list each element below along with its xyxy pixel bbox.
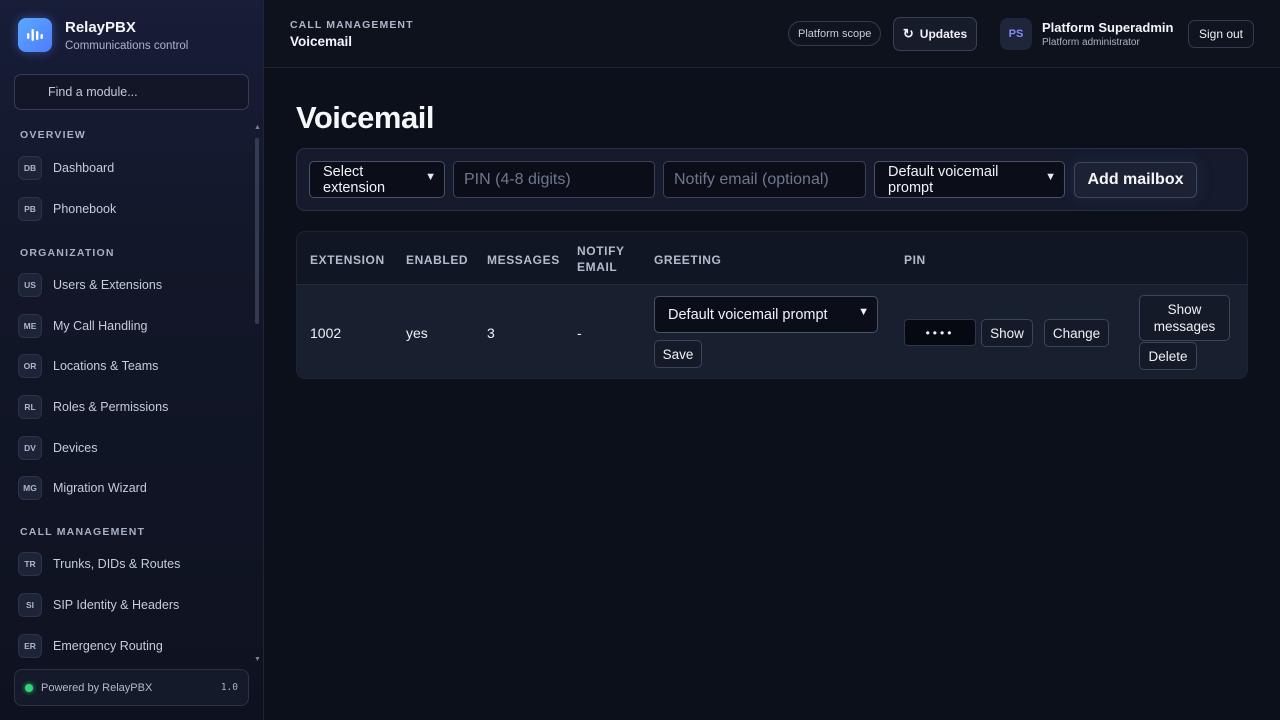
extension-select[interactable]: Select extension ▼ xyxy=(309,161,445,198)
devices-icon: DV xyxy=(18,436,42,460)
sidebar-item-label: Locations & Teams xyxy=(53,359,159,373)
chevron-down-icon: ▼ xyxy=(858,306,869,318)
sidebar-item-label: Trunks, DIDs & Routes xyxy=(53,557,181,571)
column-header-enabled: ENABLED xyxy=(406,253,469,267)
delete-mailbox-button[interactable]: Delete xyxy=(1139,342,1197,370)
pin-input[interactable] xyxy=(453,161,655,198)
cell-messages: 3 xyxy=(487,325,495,341)
change-pin-button[interactable]: Change xyxy=(1044,319,1109,347)
sidebar-item-phonebook[interactable]: PB Phonebook xyxy=(18,196,116,222)
table-row: 1002 yes 3 - Default voicemail prompt ▼ … xyxy=(297,285,1247,378)
sidebar-item-my-call-handling[interactable]: ME My Call Handling xyxy=(18,313,147,339)
brand-logo-icon xyxy=(18,18,52,52)
extension-select-value: Select extension xyxy=(323,163,386,196)
sign-out-button[interactable]: Sign out xyxy=(1188,20,1254,48)
table-header: EXTENSION ENABLED MESSAGES NOTIFY EMAIL … xyxy=(297,232,1247,285)
sidebar-item-devices[interactable]: DV Devices xyxy=(18,435,97,461)
cell-enabled: yes xyxy=(406,325,428,341)
trunks-icon: TR xyxy=(18,552,42,576)
brand-subtitle: Communications control xyxy=(65,39,189,52)
locations-icon: OR xyxy=(18,354,42,378)
phonebook-icon: PB xyxy=(18,197,42,221)
call-handling-icon: ME xyxy=(18,314,42,338)
scroll-up-icon[interactable]: ▲ xyxy=(254,124,261,131)
chevron-down-icon: ▼ xyxy=(425,171,436,183)
prompt-select-value: Default voicemail prompt xyxy=(888,163,999,196)
sip-icon: SI xyxy=(18,593,42,617)
pin-masked-field: •••• xyxy=(904,319,976,346)
version-label: 1.0 xyxy=(220,682,238,693)
sidebar-item-trunks-dids-routes[interactable]: TR Trunks, DIDs & Routes xyxy=(18,551,180,577)
dashboard-icon: DB xyxy=(18,156,42,180)
sidebar-item-label: Migration Wizard xyxy=(53,481,147,495)
column-header-extension: EXTENSION xyxy=(310,253,385,267)
voicemail-prompt-select[interactable]: Default voicemail prompt ▼ xyxy=(874,161,1065,198)
sidebar-scrollbar[interactable]: ▲ ▼ xyxy=(254,124,261,666)
sidebar-item-label: Roles & Permissions xyxy=(53,400,169,414)
user-role: Platform administrator xyxy=(1042,37,1140,48)
sidebar-item-dashboard[interactable]: DB Dashboard xyxy=(18,155,114,181)
scroll-down-icon[interactable]: ▼ xyxy=(254,656,261,663)
column-header-greeting: GREETING xyxy=(654,253,722,267)
add-mailbox-button[interactable]: Add mailbox xyxy=(1074,162,1197,198)
sidebar-item-label: Devices xyxy=(53,441,98,455)
migration-icon: MG xyxy=(18,476,42,500)
avatar: PS xyxy=(1000,18,1032,50)
sidebar-nav: OVERVIEW DB Dashboard PB Phonebook ORGAN… xyxy=(0,114,254,662)
notify-email-input[interactable] xyxy=(663,161,866,198)
scrollbar-thumb[interactable] xyxy=(255,138,259,324)
sidebar: RelayPBX Communications control OVERVIEW… xyxy=(0,0,264,720)
greeting-select[interactable]: Default voicemail prompt ▼ xyxy=(654,296,878,333)
updates-label: Updates xyxy=(919,27,968,41)
cell-notify-email: - xyxy=(577,325,582,341)
sidebar-item-label: Dashboard xyxy=(53,161,115,175)
column-header-notify-email: NOTIFY EMAIL xyxy=(577,244,625,274)
column-header-messages: MESSAGES xyxy=(487,253,560,267)
sidebar-item-sip-identity[interactable]: SI SIP Identity & Headers xyxy=(18,592,179,618)
save-greeting-button[interactable]: Save xyxy=(654,340,702,368)
sidebar-item-migration-wizard[interactable]: MG Migration Wizard xyxy=(18,475,147,501)
sidebar-item-label: SIP Identity & Headers xyxy=(53,598,180,612)
sidebar-item-roles-permissions[interactable]: RL Roles & Permissions xyxy=(18,394,168,420)
sidebar-item-locations-teams[interactable]: OR Locations & Teams xyxy=(18,353,158,379)
chevron-down-icon: ▼ xyxy=(1045,171,1056,183)
sidebar-item-users-extensions[interactable]: US Users & Extensions xyxy=(18,272,162,298)
nav-section-overview: OVERVIEW xyxy=(20,129,87,141)
user-name: Platform Superadmin xyxy=(1042,20,1174,35)
breadcrumb-title: Voicemail xyxy=(290,34,353,49)
nav-section-call-management: CALL MANAGEMENT xyxy=(20,526,146,538)
nav-section-organization: ORGANIZATION xyxy=(20,247,115,259)
sidebar-item-label: Emergency Routing xyxy=(53,639,163,653)
sidebar-item-label: My Call Handling xyxy=(53,319,148,333)
module-search-input[interactable] xyxy=(14,74,249,110)
footer-text: Powered by RelayPBX xyxy=(41,681,153,694)
top-header: CALL MANAGEMENT Voicemail Platform scope… xyxy=(264,0,1280,68)
show-pin-button[interactable]: Show xyxy=(981,319,1033,347)
column-header-pin: PIN xyxy=(904,253,926,267)
show-messages-button[interactable]: Show messages xyxy=(1139,295,1230,341)
roles-icon: RL xyxy=(18,395,42,419)
updates-button[interactable]: ↻ Updates xyxy=(893,17,977,51)
voicemail-table: EXTENSION ENABLED MESSAGES NOTIFY EMAIL … xyxy=(296,231,1248,379)
page-title: Voicemail xyxy=(296,100,434,135)
greeting-select-value: Default voicemail prompt xyxy=(668,306,828,323)
breadcrumb-section: CALL MANAGEMENT xyxy=(290,19,414,31)
refresh-icon: ↻ xyxy=(902,26,914,41)
powered-by-footer: Powered by RelayPBX 1.0 xyxy=(14,669,249,706)
brand-name: RelayPBX xyxy=(65,18,136,36)
sidebar-item-label: Phonebook xyxy=(53,202,117,216)
sidebar-item-label: Users & Extensions xyxy=(53,278,163,292)
add-mailbox-form: Select extension ▼ Default voicemail pro… xyxy=(296,148,1248,211)
cell-extension: 1002 xyxy=(310,325,342,341)
users-icon: US xyxy=(18,273,42,297)
brand: RelayPBX Communications control xyxy=(18,18,188,52)
platform-scope-badge: Platform scope xyxy=(788,21,882,46)
sidebar-item-emergency-routing[interactable]: ER Emergency Routing xyxy=(18,633,163,659)
status-dot-icon xyxy=(25,683,33,692)
emergency-icon: ER xyxy=(18,634,42,658)
